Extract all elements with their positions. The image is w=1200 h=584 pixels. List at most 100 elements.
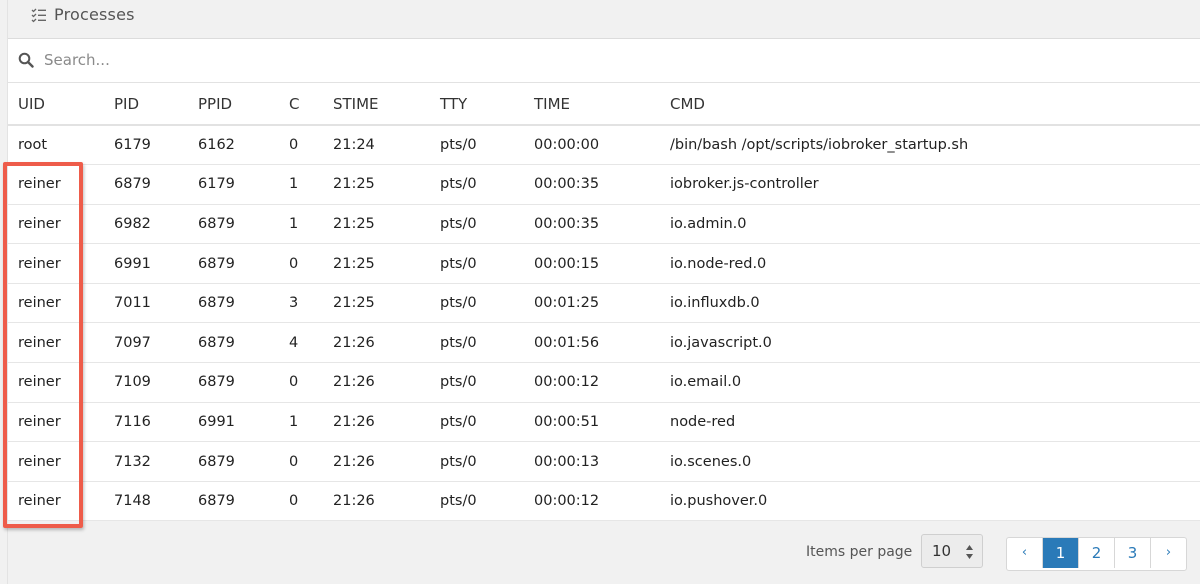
cell-pid: 7011 — [104, 283, 188, 324]
cell-c: 1 — [279, 402, 323, 443]
cell-stime: 21:25 — [323, 204, 430, 245]
pagination-page-2[interactable]: 2 — [1079, 538, 1115, 568]
cell-tty: pts/0 — [430, 204, 524, 245]
cell-pid: 7116 — [104, 402, 188, 443]
cell-pid: 7109 — [104, 362, 188, 403]
cell-pid: 7132 — [104, 441, 188, 482]
cell-uid: root — [8, 125, 104, 166]
cell-ppid: 6991 — [188, 402, 279, 443]
cell-time: 00:00:15 — [524, 243, 660, 284]
processes-table: UID PID PPID C STIME TTY TIME CMD root 6… — [8, 83, 1200, 522]
cell-time: 00:00:35 — [524, 204, 660, 245]
column-header-uid[interactable]: UID — [8, 83, 104, 126]
cell-ppid: 6179 — [188, 164, 279, 205]
table-row: reiner 7097 6879 4 21:26 pts/0 00:01:56 … — [8, 322, 1200, 364]
items-per-page-label: Items per page — [806, 544, 913, 560]
search-bar — [8, 39, 1200, 83]
cell-stime: 21:26 — [323, 362, 430, 403]
cell-tty: pts/0 — [430, 402, 524, 443]
column-header-c[interactable]: C — [279, 83, 323, 126]
cell-ppid: 6879 — [188, 362, 279, 403]
cell-stime: 21:26 — [323, 441, 430, 482]
column-header-cmd[interactable]: CMD — [660, 83, 1200, 126]
search-icon — [18, 52, 34, 68]
cell-pid: 6982 — [104, 204, 188, 245]
column-header-pid[interactable]: PID — [104, 83, 188, 126]
cell-ppid: 6879 — [188, 204, 279, 245]
items-per-page-value: 10 — [932, 542, 952, 560]
cell-time: 00:00:51 — [524, 402, 660, 443]
cell-stime: 21:25 — [323, 164, 430, 205]
cell-cmd: io.scenes.0 — [660, 441, 1200, 482]
table-header-row: UID PID PPID C STIME TTY TIME CMD — [8, 83, 1200, 126]
cell-tty: pts/0 — [430, 481, 524, 522]
cell-cmd: io.pushover.0 — [660, 481, 1200, 522]
cell-time: 00:01:25 — [524, 283, 660, 324]
column-header-tty[interactable]: TTY — [430, 83, 524, 126]
cell-c: 0 — [279, 125, 323, 166]
cell-time: 00:00:12 — [524, 481, 660, 522]
cell-time: 00:00:13 — [524, 441, 660, 482]
list-check-icon — [31, 8, 46, 23]
cell-ppid: 6879 — [188, 481, 279, 522]
cell-tty: pts/0 — [430, 243, 524, 284]
cell-ppid: 6879 — [188, 441, 279, 482]
cell-ppid: 6162 — [188, 125, 279, 166]
cell-c: 4 — [279, 322, 323, 364]
cell-ppid: 6879 — [188, 283, 279, 324]
table-row: reiner 7011 6879 3 21:25 pts/0 00:01:25 … — [8, 283, 1200, 324]
column-header-ppid[interactable]: PPID — [188, 83, 279, 126]
table-row: reiner 6991 6879 0 21:25 pts/0 00:00:15 … — [8, 243, 1200, 284]
cell-tty: pts/0 — [430, 283, 524, 324]
panel-title: Processes — [54, 5, 135, 24]
cell-cmd: node-red — [660, 402, 1200, 443]
cell-cmd: io.influxdb.0 — [660, 283, 1200, 324]
cell-cmd: io.node-red.0 — [660, 243, 1200, 284]
table-row: reiner 6982 6879 1 21:25 pts/0 00:00:35 … — [8, 204, 1200, 245]
cell-tty: pts/0 — [430, 164, 524, 205]
cell-cmd: io.admin.0 — [660, 204, 1200, 245]
uid-highlight-annotation — [3, 162, 83, 528]
cell-tty: pts/0 — [430, 322, 524, 364]
column-header-time[interactable]: TIME — [524, 83, 660, 126]
cell-c: 1 — [279, 204, 323, 245]
cell-time: 00:00:00 — [524, 125, 660, 166]
cell-c: 0 — [279, 441, 323, 482]
cell-tty: pts/0 — [430, 125, 524, 166]
items-per-page-select[interactable]: 10 — [921, 534, 983, 568]
search-input[interactable] — [44, 47, 1184, 73]
cell-pid: 7148 — [104, 481, 188, 522]
cell-pid: 6879 — [104, 164, 188, 205]
cell-time: 00:00:12 — [524, 362, 660, 403]
pagination-page-3[interactable]: 3 — [1115, 538, 1151, 568]
column-header-stime[interactable]: STIME — [323, 83, 430, 126]
panel-header: Processes — [8, 0, 1200, 39]
cell-cmd: io.email.0 — [660, 362, 1200, 403]
table-row: reiner 7109 6879 0 21:26 pts/0 00:00:12 … — [8, 362, 1200, 403]
cell-cmd: io.javascript.0 — [660, 322, 1200, 364]
cell-ppid: 6879 — [188, 243, 279, 284]
cell-stime: 21:25 — [323, 243, 430, 284]
table-footer: Items per page 10 ‹ 1 2 3 › — [8, 522, 1200, 584]
pagination-next-button[interactable]: › — [1151, 538, 1186, 568]
table-row: reiner 7148 6879 0 21:26 pts/0 00:00:12 … — [8, 481, 1200, 522]
cell-tty: pts/0 — [430, 362, 524, 403]
cell-tty: pts/0 — [430, 441, 524, 482]
cell-pid: 6179 — [104, 125, 188, 166]
cell-c: 0 — [279, 243, 323, 284]
cell-pid: 6991 — [104, 243, 188, 284]
cell-cmd: iobroker.js-controller — [660, 164, 1200, 205]
cell-c: 0 — [279, 362, 323, 403]
table-body: root 6179 6162 0 21:24 pts/0 00:00:00 /b… — [8, 125, 1200, 522]
pagination-page-1[interactable]: 1 — [1043, 538, 1079, 568]
cell-stime: 21:26 — [323, 481, 430, 522]
cell-time: 00:01:56 — [524, 322, 660, 364]
table-row: root 6179 6162 0 21:24 pts/0 00:00:00 /b… — [8, 125, 1200, 166]
cell-pid: 7097 — [104, 322, 188, 364]
pagination-prev-button[interactable]: ‹ — [1007, 538, 1043, 568]
cell-ppid: 6879 — [188, 322, 279, 364]
table-row: reiner 7132 6879 0 21:26 pts/0 00:00:13 … — [8, 441, 1200, 482]
cell-stime: 21:25 — [323, 283, 430, 324]
cell-c: 0 — [279, 481, 323, 522]
table-row: reiner 6879 6179 1 21:25 pts/0 00:00:35 … — [8, 164, 1200, 205]
